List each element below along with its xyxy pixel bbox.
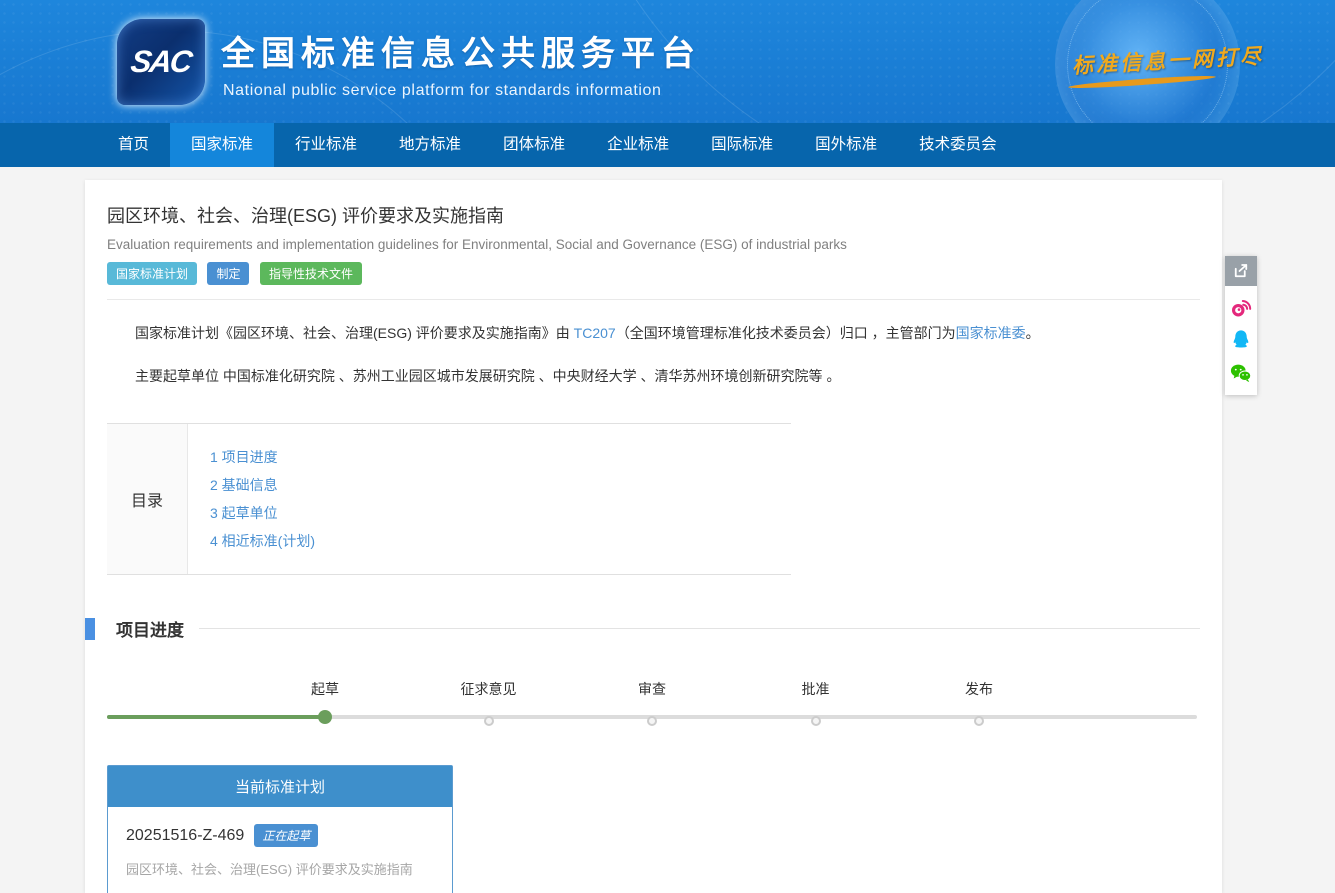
wechat-share-button[interactable] xyxy=(1225,356,1257,389)
section-rule xyxy=(199,628,1200,629)
intro-middle: （全国环境管理标准化技术委员会）归口 ，主管部门为 xyxy=(616,325,956,341)
site-title: 全国标准信息公共服务平台 xyxy=(221,26,701,75)
step-approval: 批准 xyxy=(811,715,821,725)
weibo-icon xyxy=(1229,296,1253,318)
step-label: 征求意见 xyxy=(461,679,517,699)
sac-committee-link[interactable]: 国家标准委 xyxy=(956,325,1026,341)
section-heading-progress: 项目进度 xyxy=(85,616,1200,641)
tag-national-standard-plan: 国家标准计划 xyxy=(107,262,197,285)
sac-logo-text: SAC xyxy=(129,44,194,80)
tag-row: 国家标准计划 制定 指导性技术文件 xyxy=(107,262,1200,285)
step-label: 审查 xyxy=(638,679,666,699)
toc-link-basic-info[interactable]: 2 基础信息 xyxy=(210,475,315,495)
nav-item-local-standards[interactable]: 地方标准 xyxy=(378,123,482,167)
current-plan-card: 当前标准计划 20251516-Z-469 正在起草 园区环境、社会、治理(ESG… xyxy=(107,765,453,893)
nav-item-technical-committees[interactable]: 技术委员会 xyxy=(898,123,1018,167)
step-label: 起草 xyxy=(311,679,339,699)
section-bar-icon xyxy=(85,618,95,640)
intro-suffix: 。 xyxy=(1026,325,1040,341)
plan-status-badge: 正在起草 xyxy=(254,824,318,847)
step-dot-icon xyxy=(974,716,984,726)
plan-code: 20251516-Z-469 xyxy=(126,827,244,844)
share-export-icon xyxy=(1232,262,1250,280)
nav-item-group-standards[interactable]: 团体标准 xyxy=(482,123,586,167)
share-toolbar xyxy=(1225,256,1257,395)
step-dot-icon xyxy=(647,716,657,726)
share-button[interactable] xyxy=(1225,256,1257,286)
tc207-link[interactable]: TC207 xyxy=(574,325,616,341)
section-title: 项目进度 xyxy=(116,616,184,641)
progress-stepper: 起草 征求意见 审查 批准 发布 xyxy=(107,667,1197,725)
nav-item-national-standards[interactable]: 国家标准 xyxy=(170,123,274,167)
sac-logo[interactable]: SAC xyxy=(117,19,205,105)
step-label: 批准 xyxy=(802,679,830,699)
wechat-icon xyxy=(1229,362,1253,384)
qq-share-button[interactable] xyxy=(1225,323,1257,356)
nav-item-enterprise-standards[interactable]: 企业标准 xyxy=(586,123,690,167)
step-review: 审查 xyxy=(647,715,657,725)
site-subtitle: National public service platform for sta… xyxy=(223,82,662,100)
intro-paragraph: 国家标准计划《园区环境、社会、治理(ESG) 评价要求及实施指南》由 TC207… xyxy=(107,323,1200,343)
intro-prefix: 国家标准计划《园区环境、社会、治理(ESG) 评价要求及实施指南》由 xyxy=(135,325,574,341)
toc-link-similar-standards[interactable]: 4 相近标准(计划) xyxy=(210,531,315,551)
main-nav: 首页 国家标准 行业标准 地方标准 团体标准 企业标准 国际标准 国外标准 技术… xyxy=(0,123,1335,167)
plan-card-header: 当前标准计划 xyxy=(108,766,452,807)
nav-item-industry-standards[interactable]: 行业标准 xyxy=(274,123,378,167)
step-dot-active-icon xyxy=(318,710,332,724)
nav-item-home[interactable]: 首页 xyxy=(97,123,170,167)
step-publish: 发布 xyxy=(974,715,984,725)
toc-label: 目录 xyxy=(107,424,188,574)
step-dot-icon xyxy=(484,716,494,726)
site-header: 标准信息一网打尽 SAC 全国标准信息公共服务平台 National publi… xyxy=(0,0,1335,123)
weibo-share-button[interactable] xyxy=(1225,290,1257,323)
standard-title-zh: 园区环境、社会、治理(ESG) 评价要求及实施指南 xyxy=(107,202,1200,228)
toc-box: 目录 1 项目进度 2 基础信息 3 起草单位 4 相近标准(计划) xyxy=(107,423,791,575)
drafting-paragraph: 主要起草单位 中国标准化研究院 、苏州工业园区城市发展研究院 、中央财经大学 、… xyxy=(107,366,1200,386)
step-dot-icon xyxy=(811,716,821,726)
step-drafting: 起草 xyxy=(318,711,332,725)
qq-icon xyxy=(1230,328,1252,352)
nav-item-foreign-standards[interactable]: 国外标准 xyxy=(794,123,898,167)
divider xyxy=(107,299,1200,300)
standard-title-en: Evaluation requirements and implementati… xyxy=(107,237,1200,252)
content-panel: 园区环境、社会、治理(ESG) 评价要求及实施指南 Evaluation req… xyxy=(85,180,1222,893)
toc-link-project-progress[interactable]: 1 项目进度 xyxy=(210,447,315,467)
nav-item-international-standards[interactable]: 国际标准 xyxy=(690,123,794,167)
tag-guiding-technical-doc: 指导性技术文件 xyxy=(260,262,362,285)
step-label: 发布 xyxy=(965,679,993,699)
tag-formulate: 制定 xyxy=(207,262,249,285)
progress-track-fill xyxy=(107,715,325,719)
step-comments: 征求意见 xyxy=(484,715,494,725)
plan-name: 园区环境、社会、治理(ESG) 评价要求及实施指南 xyxy=(126,859,434,878)
toc-link-drafting-units[interactable]: 3 起草单位 xyxy=(210,503,315,523)
